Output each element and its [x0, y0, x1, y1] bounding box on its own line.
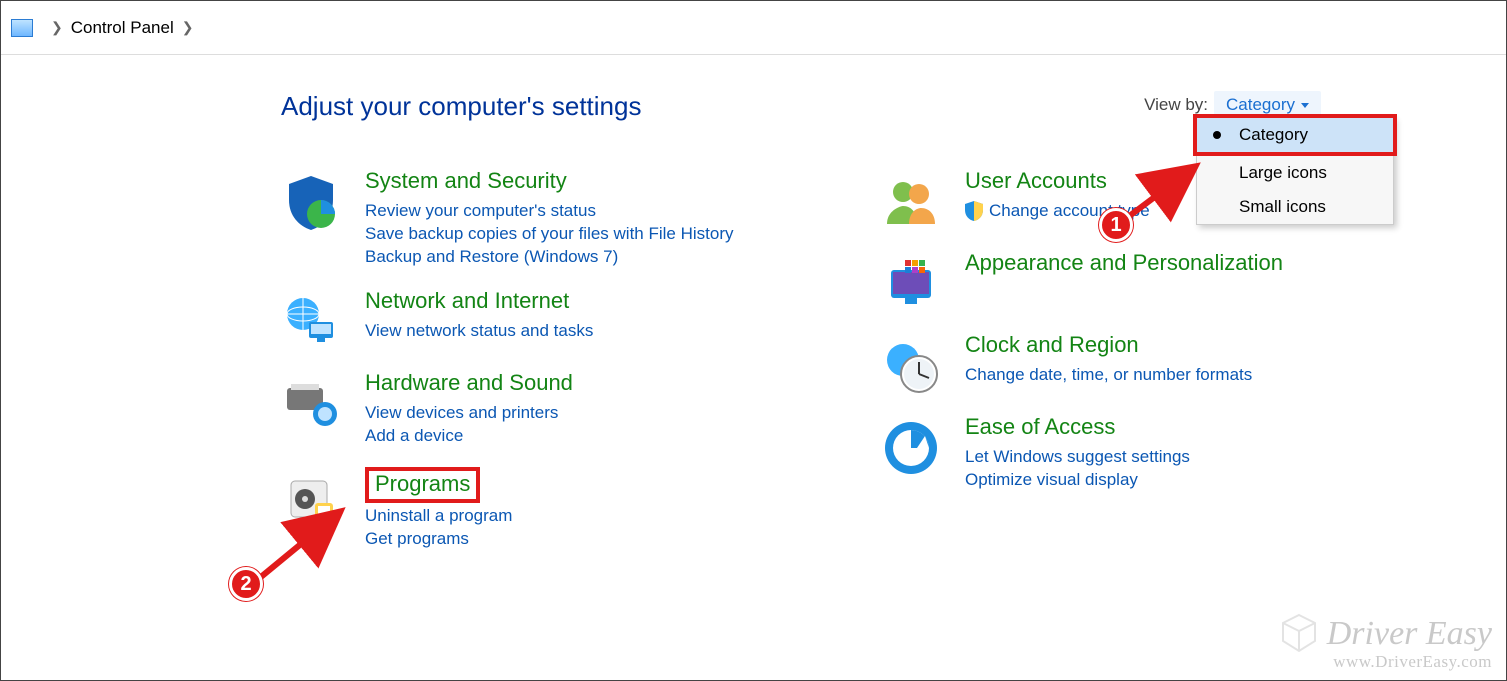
category-title[interactable]: Programs	[375, 471, 470, 497]
watermark-brand: Driver Easy	[1327, 615, 1492, 652]
chevron-right-icon[interactable]: ❯	[182, 19, 194, 36]
category-link[interactable]: Add a device	[365, 426, 573, 446]
category-link[interactable]: Save backup copies of your files with Fi…	[365, 224, 734, 244]
category-link[interactable]: Review your computer's status	[365, 201, 734, 221]
category-column-left: System and Security Review your computer…	[281, 168, 761, 570]
view-by-option-category[interactable]: Category	[1197, 118, 1393, 152]
category-system-security: System and Security Review your computer…	[281, 168, 761, 270]
view-by-option-small-icons[interactable]: Small icons	[1197, 190, 1393, 224]
category-hardware-sound: Hardware and Sound View devices and prin…	[281, 370, 761, 449]
category-link[interactable]: Optimize visual display	[965, 470, 1190, 490]
system-security-icon	[281, 172, 341, 232]
annotation-highlight-programs: Programs	[365, 467, 480, 503]
breadcrumb-control-panel[interactable]: Control Panel	[71, 18, 174, 38]
user-accounts-icon	[881, 172, 941, 232]
category-link[interactable]: Change date, time, or number formats	[965, 365, 1252, 385]
view-by-label: View by:	[1144, 95, 1208, 115]
hardware-sound-icon	[281, 374, 341, 434]
category-link[interactable]: View devices and printers	[365, 403, 573, 423]
watermark: Driver Easy www.DriverEasy.com	[1279, 613, 1492, 672]
watermark-url: www.DriverEasy.com	[1279, 653, 1492, 672]
category-title[interactable]: System and Security	[365, 168, 567, 194]
category-link[interactable]: Uninstall a program	[365, 506, 512, 526]
category-title[interactable]: Appearance and Personalization	[965, 250, 1283, 276]
category-link[interactable]: View network status and tasks	[365, 321, 593, 341]
shield-icon	[965, 201, 983, 221]
category-network-internet: Network and Internet View network status…	[281, 288, 761, 352]
category-title[interactable]: Ease of Access	[965, 414, 1115, 440]
category-programs: Programs Uninstall a program Get program…	[281, 467, 761, 552]
category-link[interactable]: Get programs	[365, 529, 512, 549]
network-internet-icon	[281, 292, 341, 352]
view-by-current: Category	[1226, 95, 1295, 115]
control-panel-icon	[11, 19, 33, 37]
cube-icon	[1279, 613, 1319, 653]
appearance-personalization-icon	[881, 254, 941, 314]
chevron-right-icon[interactable]: ❯	[51, 19, 63, 36]
ease-of-access-icon	[881, 418, 941, 478]
category-title[interactable]: Hardware and Sound	[365, 370, 573, 396]
view-by-option-large-icons[interactable]: Large icons	[1197, 156, 1393, 190]
category-title[interactable]: User Accounts	[965, 168, 1107, 194]
category-link[interactable]: Let Windows suggest settings	[965, 447, 1190, 467]
breadcrumb-bar: ❯ Control Panel ❯	[1, 1, 1506, 55]
programs-icon	[281, 471, 341, 531]
category-clock-region: Clock and Region Change date, time, or n…	[881, 332, 1361, 396]
category-link[interactable]: Backup and Restore (Windows 7)	[365, 247, 734, 267]
caret-down-icon	[1301, 103, 1309, 108]
category-title[interactable]: Network and Internet	[365, 288, 569, 314]
category-appearance-personalization: Appearance and Personalization	[881, 250, 1361, 314]
annotation-badge-2: 2	[229, 567, 263, 601]
clock-region-icon	[881, 336, 941, 396]
category-title[interactable]: Clock and Region	[965, 332, 1139, 358]
category-ease-of-access: Ease of Access Let Windows suggest setti…	[881, 414, 1361, 493]
view-by-menu: Category Large icons Small icons	[1196, 117, 1394, 225]
annotation-badge-1: 1	[1099, 208, 1133, 242]
